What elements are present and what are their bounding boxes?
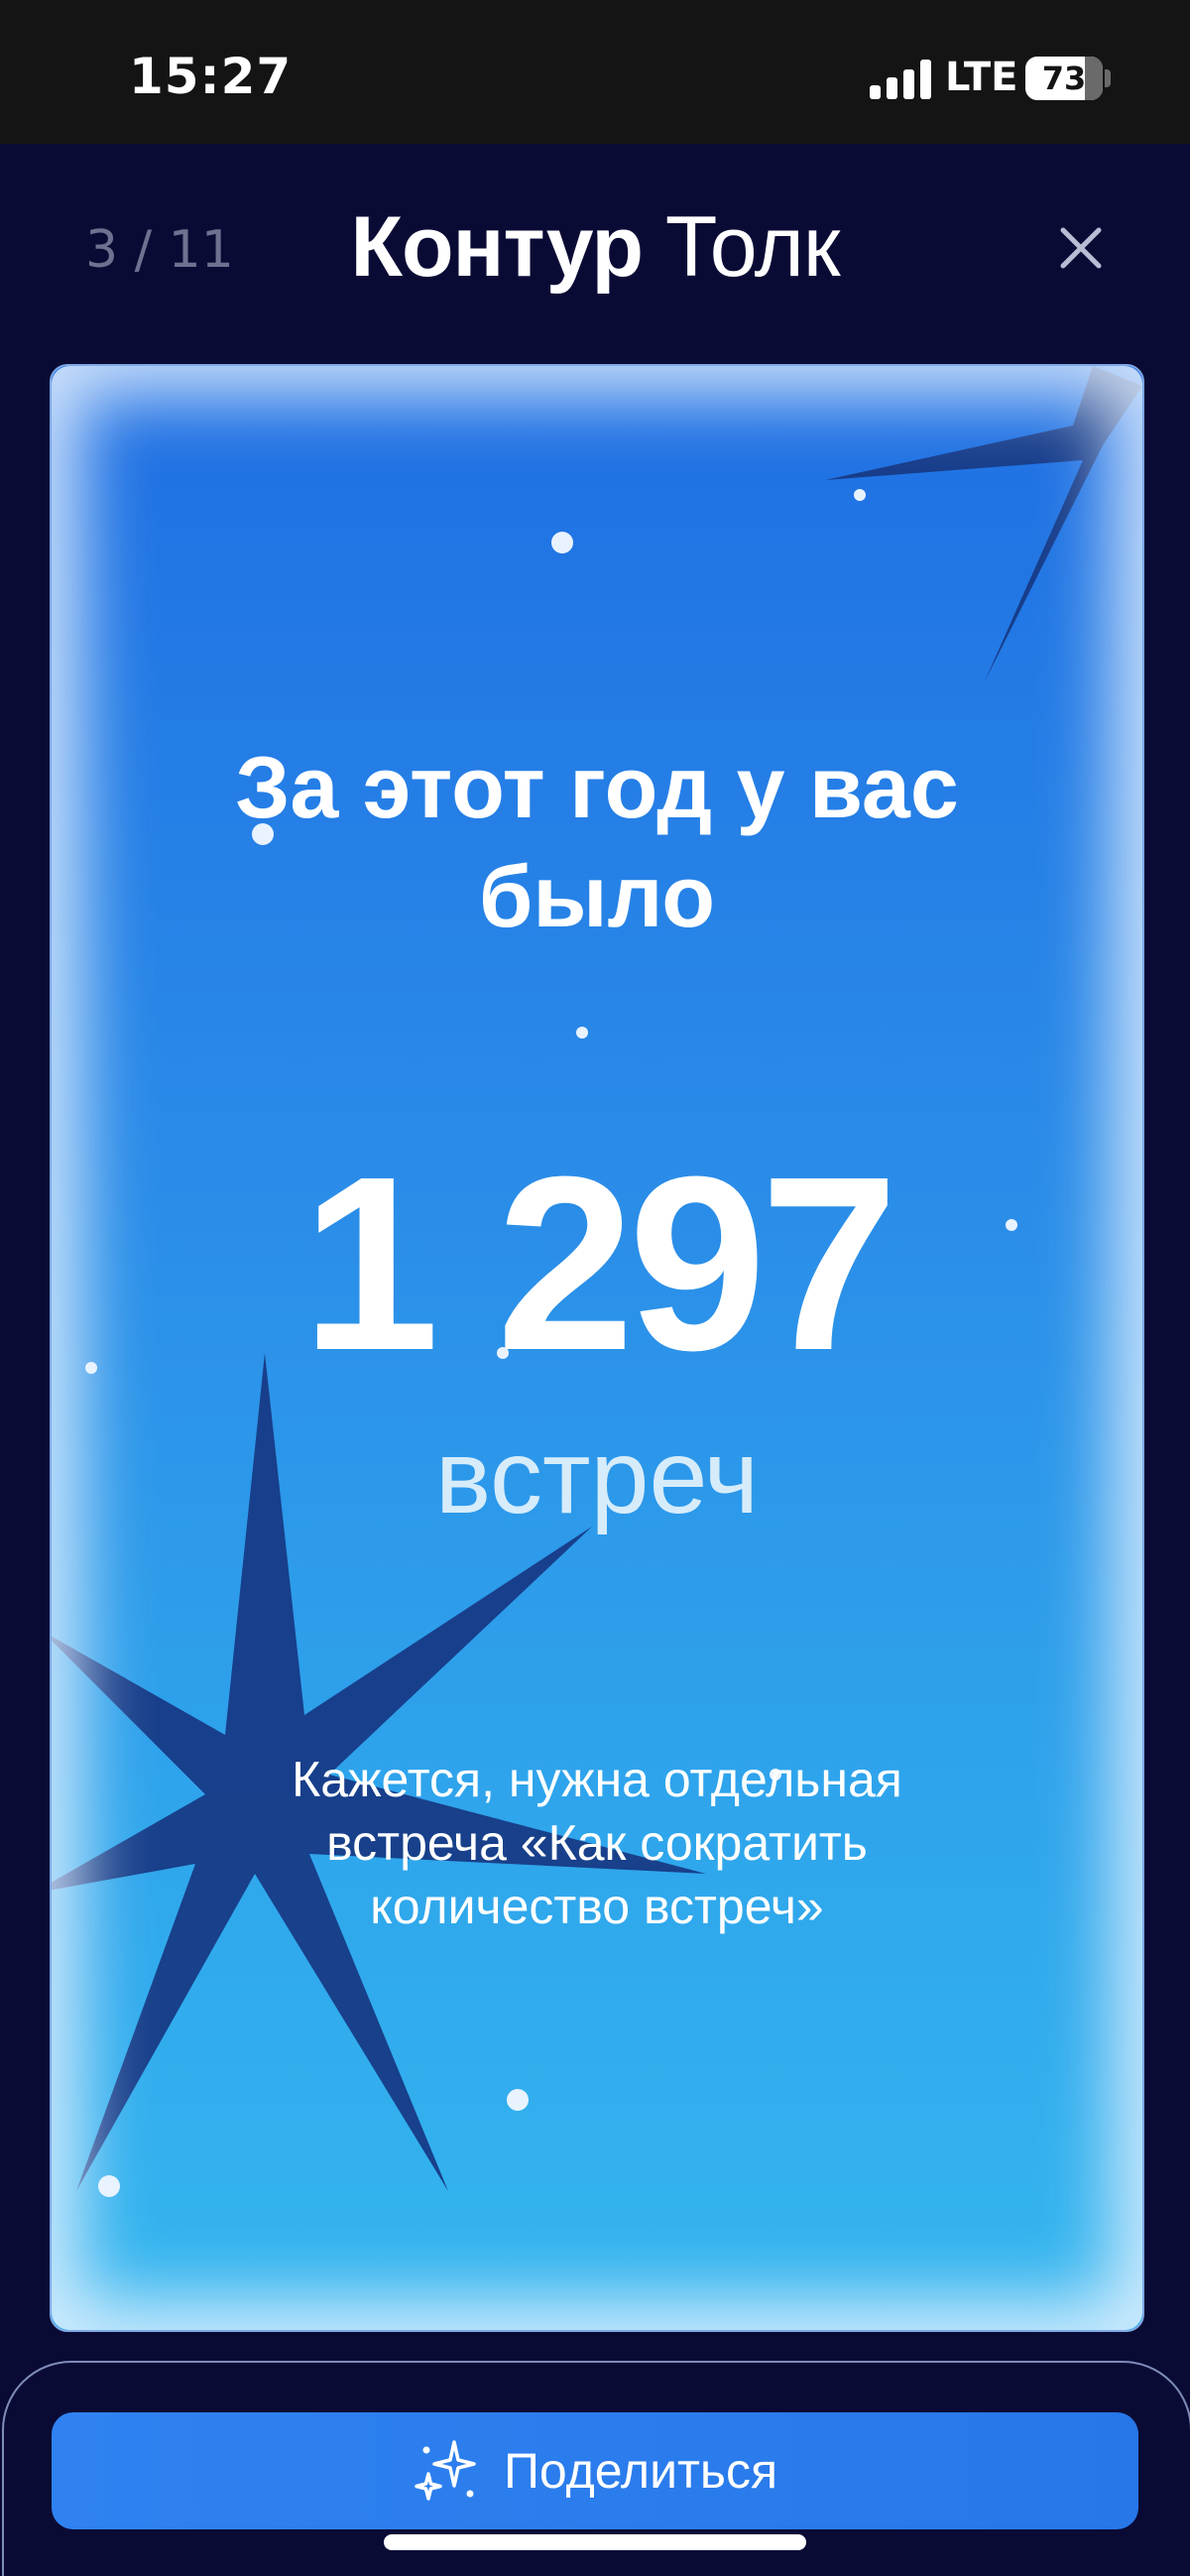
battery-icon: 73 (1025, 57, 1103, 100)
snow-dot (854, 489, 866, 501)
close-button[interactable] (1051, 218, 1111, 278)
status-time: 15:27 (129, 48, 293, 105)
snow-dot (551, 532, 573, 553)
share-button[interactable]: Поделиться (52, 2412, 1138, 2529)
share-label: Поделиться (503, 2443, 778, 2499)
snow-dot (98, 2175, 120, 2197)
star-decoration-top (825, 366, 1142, 683)
card-caption-line1: Кажется, нужна отдельная (292, 1752, 902, 1807)
home-indicator[interactable] (384, 2534, 806, 2550)
meetings-count: 1 297 (301, 1125, 898, 1402)
card-caption: Кажется, нужна отдельная встреча «Как со… (210, 1748, 984, 1938)
network-label: LTE (945, 55, 1018, 100)
battery-level: 73 (1041, 60, 1087, 97)
snow-dot (507, 2089, 529, 2111)
battery-nub (1105, 69, 1111, 87)
card-heading-line2: было (478, 847, 715, 945)
story-screen: 15:27 LTE 73 3 / 11 Контур Толк За этот … (0, 0, 1190, 2576)
brand-title: Контур Толк (0, 198, 1190, 297)
brand-name-bold: Контур (350, 199, 644, 295)
card-heading-line1: За этот год у вас (235, 738, 959, 836)
card-heading: За этот год у вас было (52, 733, 1142, 951)
card-caption-line2: встреча «Как сократить (326, 1815, 868, 1871)
status-bar: 15:27 LTE 73 (0, 0, 1190, 144)
close-icon (1060, 227, 1102, 269)
meetings-unit: встреч (434, 1418, 760, 1535)
card-caption-line3: количество встреч» (370, 1879, 824, 1934)
story-card: За этот год у вас было 1 297 встреч Каже… (50, 364, 1144, 2332)
snow-dot (576, 1027, 588, 1039)
signal-icon (870, 60, 931, 99)
brand-name-light: Толк (664, 199, 841, 295)
sparkle-icon (415, 2440, 476, 2501)
